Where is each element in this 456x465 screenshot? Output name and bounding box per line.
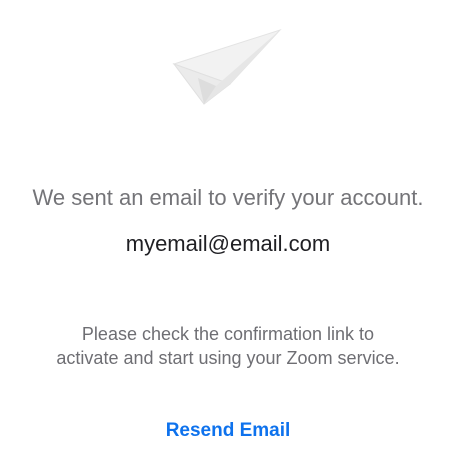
confirmation-instructions: Please check the confirmation link to ac…: [0, 322, 456, 370]
email-address: myemail@email.com: [125, 231, 331, 256]
verification-headline: We sent an email to verify your account.: [32, 185, 424, 210]
paper-plane-icon: [170, 28, 282, 110]
instructions-line-1: Please check the confirmation link to: [81, 324, 375, 344]
resend-email-button[interactable]: Resend Email: [0, 420, 456, 442]
instructions-line-2: activate and start using your Zoom servi…: [56, 348, 400, 368]
